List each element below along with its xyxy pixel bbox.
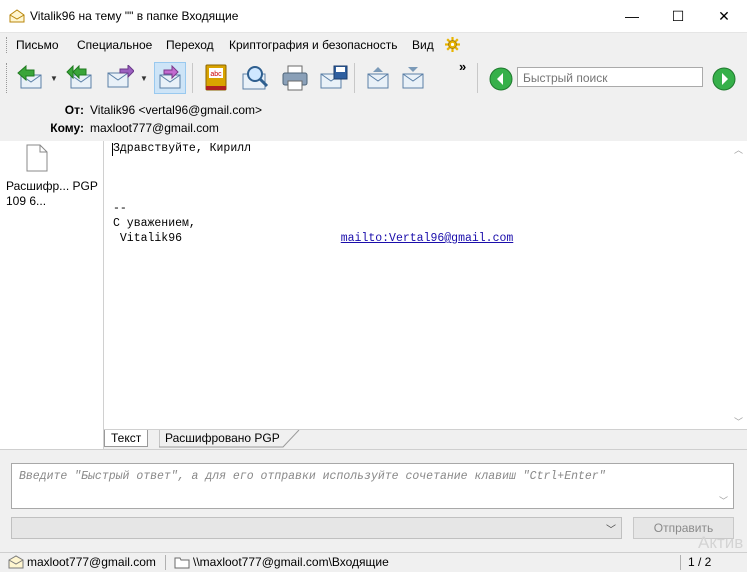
spellcheck-button[interactable]: abc <box>200 62 232 94</box>
mail-app-icon <box>9 9 25 23</box>
quick-reply-input[interactable]: Введите "Быстрый ответ", а для его отпра… <box>11 463 734 509</box>
folder-icon <box>174 557 190 569</box>
minimize-button[interactable]: — <box>609 0 655 32</box>
status-message-counter: 1 / 2 <box>688 555 712 569</box>
regards-text: С уважением, <box>113 217 196 230</box>
tab-outline <box>159 430 300 448</box>
close-button[interactable]: ✕ <box>701 0 747 32</box>
message-body[interactable]: Здравствуйте, Кирилл -- С уважением, Vit… <box>104 141 747 429</box>
status-separator <box>680 555 681 570</box>
svg-text:abc: abc <box>210 71 222 78</box>
text-cursor <box>112 143 113 156</box>
message-headers: От: Vitalik96 <vertal96@gmail.com> Кому:… <box>0 101 747 142</box>
redirect-icon <box>159 65 181 89</box>
sender-name: Vitalik96 <box>113 232 183 245</box>
view-tabs: Текст Расшифровано PGP <box>104 429 747 450</box>
menu-view[interactable]: Вид <box>412 38 434 52</box>
previous-message-icon <box>367 67 389 89</box>
signature-separator: -- <box>113 202 127 215</box>
find-button[interactable] <box>240 62 272 94</box>
forward-button[interactable] <box>104 62 136 94</box>
scroll-up-icon[interactable]: ︿ <box>734 143 743 156</box>
reply-identity-select[interactable]: ﹀ <box>11 517 622 539</box>
reply-all-button[interactable] <box>64 62 96 94</box>
maximize-button[interactable]: ☐ <box>655 0 701 32</box>
menu-crypto[interactable]: Криптография и безопасность <box>229 38 397 52</box>
file-icon[interactable] <box>26 144 48 172</box>
next-message-button[interactable] <box>397 62 429 94</box>
status-separator <box>165 555 166 570</box>
reply-all-icon <box>66 65 92 89</box>
chevron-down-icon[interactable]: ﹀ <box>606 521 616 536</box>
activation-watermark: Актив <box>698 533 744 552</box>
previous-message-button[interactable] <box>362 62 394 94</box>
reply-button[interactable] <box>14 62 46 94</box>
forward-icon <box>107 65 134 88</box>
quick-reply-placeholder: Введите "Быстрый ответ", а для его отпра… <box>19 470 606 483</box>
forward-dropdown-icon[interactable]: ▼ <box>140 74 148 83</box>
from-value[interactable]: Vitalik96 <vertal96@gmail.com> <box>90 103 262 117</box>
menu-bar: Письмо Специальное Переход Криптография … <box>0 33 747 57</box>
menu-letter[interactable]: Письмо <box>16 38 59 52</box>
toolbar-separator <box>354 63 355 93</box>
from-label: От: <box>64 103 84 117</box>
redirect-button[interactable] <box>154 62 186 94</box>
save-button[interactable] <box>318 62 350 94</box>
search-back-icon[interactable] <box>489 67 513 91</box>
search-go-icon[interactable] <box>712 67 736 91</box>
reply-icon <box>17 65 42 89</box>
print-icon <box>282 65 308 91</box>
status-folder: \\maxloot777@gmail.com\Входящие <box>193 555 389 569</box>
print-button[interactable] <box>279 62 311 94</box>
body-scrollbar[interactable]: ︿ ﹀ <box>730 141 747 429</box>
attachment-name[interactable]: Расшифр... PGP 109 6... <box>6 179 101 209</box>
menu-special[interactable]: Специальное <box>77 38 152 52</box>
greeting-text: Здравствуйте, Кирилл <box>113 142 252 155</box>
scroll-down-icon[interactable]: ﹀ <box>734 415 743 428</box>
save-icon <box>320 65 348 89</box>
status-account: maxloot777@gmail.com <box>27 555 156 569</box>
reply-dropdown-icon[interactable]: ▼ <box>50 74 58 83</box>
spellcheck-icon: abc <box>205 64 227 91</box>
menu-go[interactable]: Переход <box>166 38 214 52</box>
toolbar-overflow-icon[interactable]: » <box>459 59 466 74</box>
quick-search-box[interactable] <box>517 67 703 87</box>
settings-gear-icon[interactable] <box>444 36 461 53</box>
quick-search-input[interactable] <box>521 69 703 87</box>
title-bar: Vitalik96 на тему "" в папке Входящие — … <box>0 0 747 33</box>
next-message-icon <box>402 67 424 89</box>
toolbar-separator <box>192 63 193 93</box>
to-label: Кому: <box>50 121 84 135</box>
account-icon <box>8 555 24 569</box>
toolbar-separator <box>477 63 478 93</box>
status-bar: maxloot777@gmail.com \\maxloot777@gmail.… <box>0 552 747 572</box>
tab-text[interactable]: Текст <box>104 430 149 447</box>
window-title: Vitalik96 на тему "" в папке Входящие <box>30 9 239 23</box>
find-icon <box>242 66 269 90</box>
attachment-pane: Расшифр... PGP 109 6... <box>0 141 104 449</box>
toolbar-grip <box>6 63 10 93</box>
menu-grip <box>6 37 10 53</box>
reply-scroll-down-icon[interactable]: ﹀ <box>719 494 728 507</box>
mailto-link[interactable]: mailto:Vertal96@gmail.com <box>341 232 514 245</box>
to-value[interactable]: maxloot777@gmail.com <box>90 121 219 135</box>
message-text: Здравствуйте, Кирилл -- С уважением, Vit… <box>112 141 514 246</box>
